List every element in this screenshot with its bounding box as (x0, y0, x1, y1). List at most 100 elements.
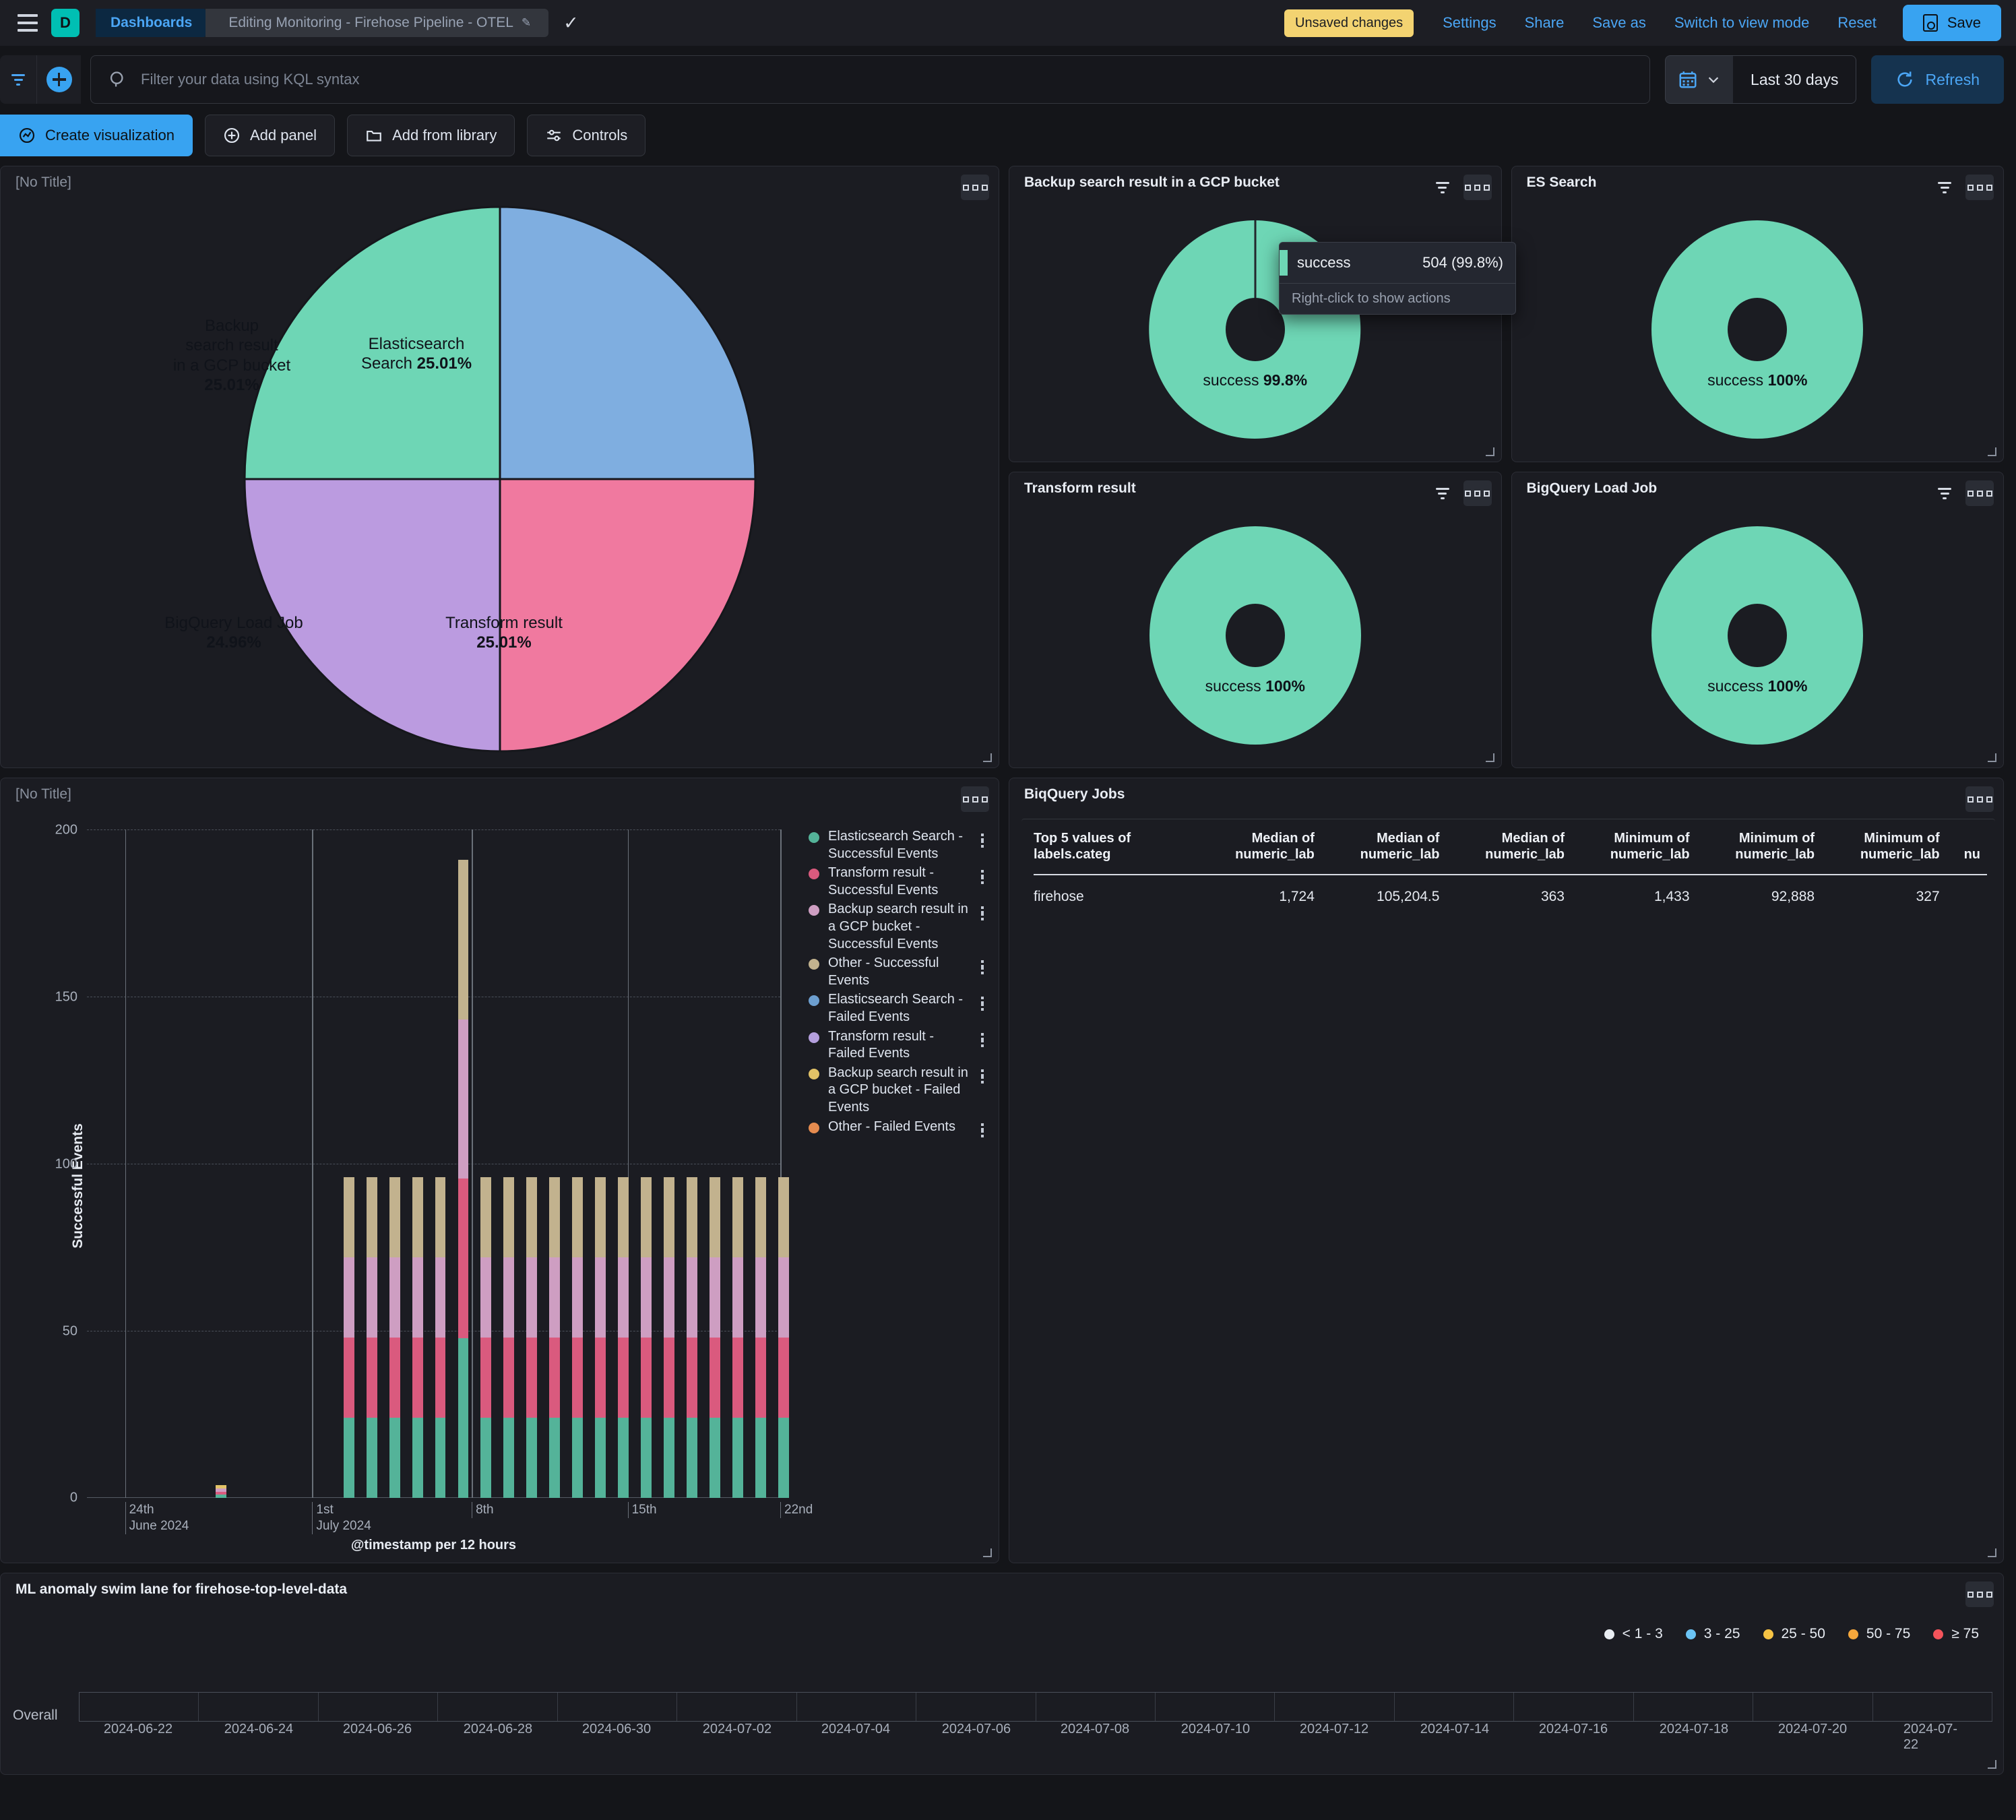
swimlane-cell[interactable] (1753, 1693, 1873, 1721)
legend-drag-handle[interactable] (977, 832, 988, 848)
legend-drag-handle[interactable] (977, 905, 988, 921)
bar-stack[interactable] (595, 1176, 606, 1498)
bar-stack[interactable] (216, 1485, 227, 1498)
swimlane-chart[interactable]: Overall 2024-06-22 2024-06-24 2024-06-26… (1, 1692, 1992, 1752)
swimlane-cell[interactable] (797, 1693, 917, 1721)
edit-pencil-icon[interactable]: ✎ (522, 16, 531, 30)
swimlane-cell[interactable] (1156, 1693, 1275, 1721)
donut-chart-bigquery-load-job[interactable]: success 100% (1512, 503, 2004, 767)
save-as-link[interactable]: Save as (1578, 14, 1660, 32)
swimlane-cell[interactable] (916, 1693, 1036, 1721)
legend-item[interactable]: Elasticsearch Search - Failed Events (809, 991, 988, 1026)
legend-drag-handle[interactable] (977, 1123, 988, 1139)
donut-chart-es-search[interactable]: success 100% (1512, 197, 2004, 462)
column-header-median-3[interactable]: Median of numeric_lab (1446, 819, 1571, 875)
settings-link[interactable]: Settings (1428, 14, 1511, 32)
swimlane-cell[interactable] (558, 1693, 678, 1721)
swimlane-cell[interactable] (1514, 1693, 1634, 1721)
bar-stack[interactable] (343, 1176, 354, 1498)
column-header-minimum-3[interactable]: Minimum of numeric_lab (1821, 819, 1947, 875)
bar-stack-spike[interactable] (458, 859, 469, 1498)
panel-filter-button[interactable] (1428, 175, 1457, 200)
legend-item[interactable]: Other - Failed Events (809, 1119, 988, 1139)
panel-filter-button[interactable] (1428, 480, 1457, 506)
bar-stack[interactable] (480, 1176, 492, 1498)
donut-chart-transform-result[interactable]: success 100% (1009, 503, 1501, 767)
bar-stack[interactable] (778, 1176, 789, 1498)
panel-filter-button[interactable] (1930, 480, 1959, 506)
bar-stack[interactable] (755, 1176, 766, 1498)
add-from-library-button[interactable]: Add from library (347, 115, 515, 156)
bar-stack[interactable] (503, 1176, 515, 1498)
legend-item-bin-3[interactable]: 25 - 50 (1763, 1626, 1825, 1642)
bar-stack[interactable] (710, 1176, 720, 1498)
panel-context-menu-button[interactable] (1463, 480, 1492, 506)
share-link[interactable]: Share (1511, 14, 1579, 32)
bar-stack[interactable] (435, 1176, 446, 1498)
bar-chart[interactable]: Successful Events 200 150 100 50 0 24th … (1, 809, 813, 1563)
column-header-truncated[interactable]: nu (1946, 819, 1987, 875)
swimlane-cell[interactable] (438, 1693, 558, 1721)
bar-stack[interactable] (732, 1176, 743, 1498)
legend-item-bin-2[interactable]: 3 - 25 (1685, 1626, 1740, 1642)
bar-stack[interactable] (412, 1176, 423, 1498)
legend-drag-handle[interactable] (977, 1032, 988, 1048)
panel-context-menu-button[interactable] (1965, 786, 1994, 812)
bar-stack[interactable] (549, 1176, 561, 1498)
refresh-button[interactable]: Refresh (1871, 55, 2004, 104)
legend-item-bin-5[interactable]: ≥ 75 (1933, 1626, 1979, 1642)
menu-icon[interactable] (9, 5, 46, 41)
legend-item-bin-1[interactable]: < 1 - 3 (1604, 1626, 1663, 1642)
panel-resize-handle[interactable] (1986, 445, 1998, 458)
legend-item[interactable]: Other - Successful Events (809, 955, 988, 989)
panel-resize-handle[interactable] (1986, 1758, 1998, 1770)
legend-item[interactable]: Transform result - Failed Events (809, 1028, 988, 1063)
pie-chart[interactable]: Backup search result in a GCP bucket 25.01… (1, 197, 999, 767)
donut-chart-gcp-bucket[interactable]: success 99.8% success 504 (99.8%) Right-… (1009, 197, 1516, 462)
swimlane-cell[interactable] (1036, 1693, 1156, 1721)
panel-resize-handle[interactable] (1986, 751, 1998, 763)
checkmark-icon[interactable]: ✓ (563, 13, 579, 34)
kql-search-field[interactable] (90, 55, 1651, 104)
swimlane-cell[interactable] (1873, 1693, 1992, 1721)
panel-filter-button[interactable] (1930, 175, 1959, 200)
bar-stack[interactable] (389, 1176, 400, 1498)
legend-item[interactable]: Backup search result in a GCP bucket - S… (809, 901, 988, 953)
column-header-minimum-1[interactable]: Minimum of numeric_lab (1571, 819, 1697, 875)
column-header-minimum-2[interactable]: Minimum of numeric_lab (1696, 819, 1822, 875)
panel-context-menu-button[interactable] (961, 175, 989, 200)
table-row[interactable]: firehose 1,724 105,204.5 363 1,433 92,88… (1034, 875, 1987, 918)
swimlane-cell[interactable] (677, 1693, 797, 1721)
swimlane-cell[interactable] (199, 1693, 319, 1721)
bar-stack[interactable] (687, 1176, 698, 1498)
column-header-median-2[interactable]: Median of numeric_lab (1321, 819, 1447, 875)
legend-drag-handle[interactable] (977, 995, 988, 1011)
time-range-display[interactable]: Last 30 days (1733, 55, 1857, 104)
panel-resize-handle[interactable] (1986, 1546, 1998, 1559)
date-picker-quick-menu[interactable] (1665, 55, 1734, 104)
panel-context-menu-button[interactable] (1965, 1581, 1994, 1607)
bar-stack[interactable] (526, 1176, 538, 1498)
panel-context-menu-button[interactable] (1965, 175, 1994, 200)
bar-stack[interactable] (572, 1176, 584, 1498)
bar-stack[interactable] (664, 1176, 675, 1498)
unsaved-changes-badge[interactable]: Unsaved changes (1284, 9, 1414, 37)
legend-item[interactable]: Elasticsearch Search - Successful Events (809, 828, 988, 862)
save-button[interactable]: Save (1902, 5, 2001, 41)
reset-link[interactable]: Reset (1823, 14, 1890, 32)
panel-context-menu-button[interactable] (1965, 480, 1994, 506)
legend-drag-handle[interactable] (977, 1069, 988, 1085)
bar-stack[interactable] (366, 1176, 377, 1498)
controls-button[interactable]: Controls (527, 115, 646, 156)
swimlane-cell[interactable] (1275, 1693, 1395, 1721)
panel-resize-handle[interactable] (981, 1546, 993, 1559)
switch-to-view-mode-link[interactable]: Switch to view mode (1660, 14, 1824, 32)
add-panel-button[interactable]: Add panel (204, 115, 336, 156)
swimlane-cell[interactable] (1634, 1693, 1754, 1721)
add-filter-button[interactable] (36, 55, 81, 104)
swimlane-cell[interactable] (79, 1693, 199, 1721)
swimlane-cell[interactable] (319, 1693, 439, 1721)
legend-item[interactable]: Transform result - Successful Events (809, 865, 988, 899)
legend-drag-handle[interactable] (977, 959, 988, 975)
breadcrumb-dashboards[interactable]: Dashboards (96, 9, 215, 37)
